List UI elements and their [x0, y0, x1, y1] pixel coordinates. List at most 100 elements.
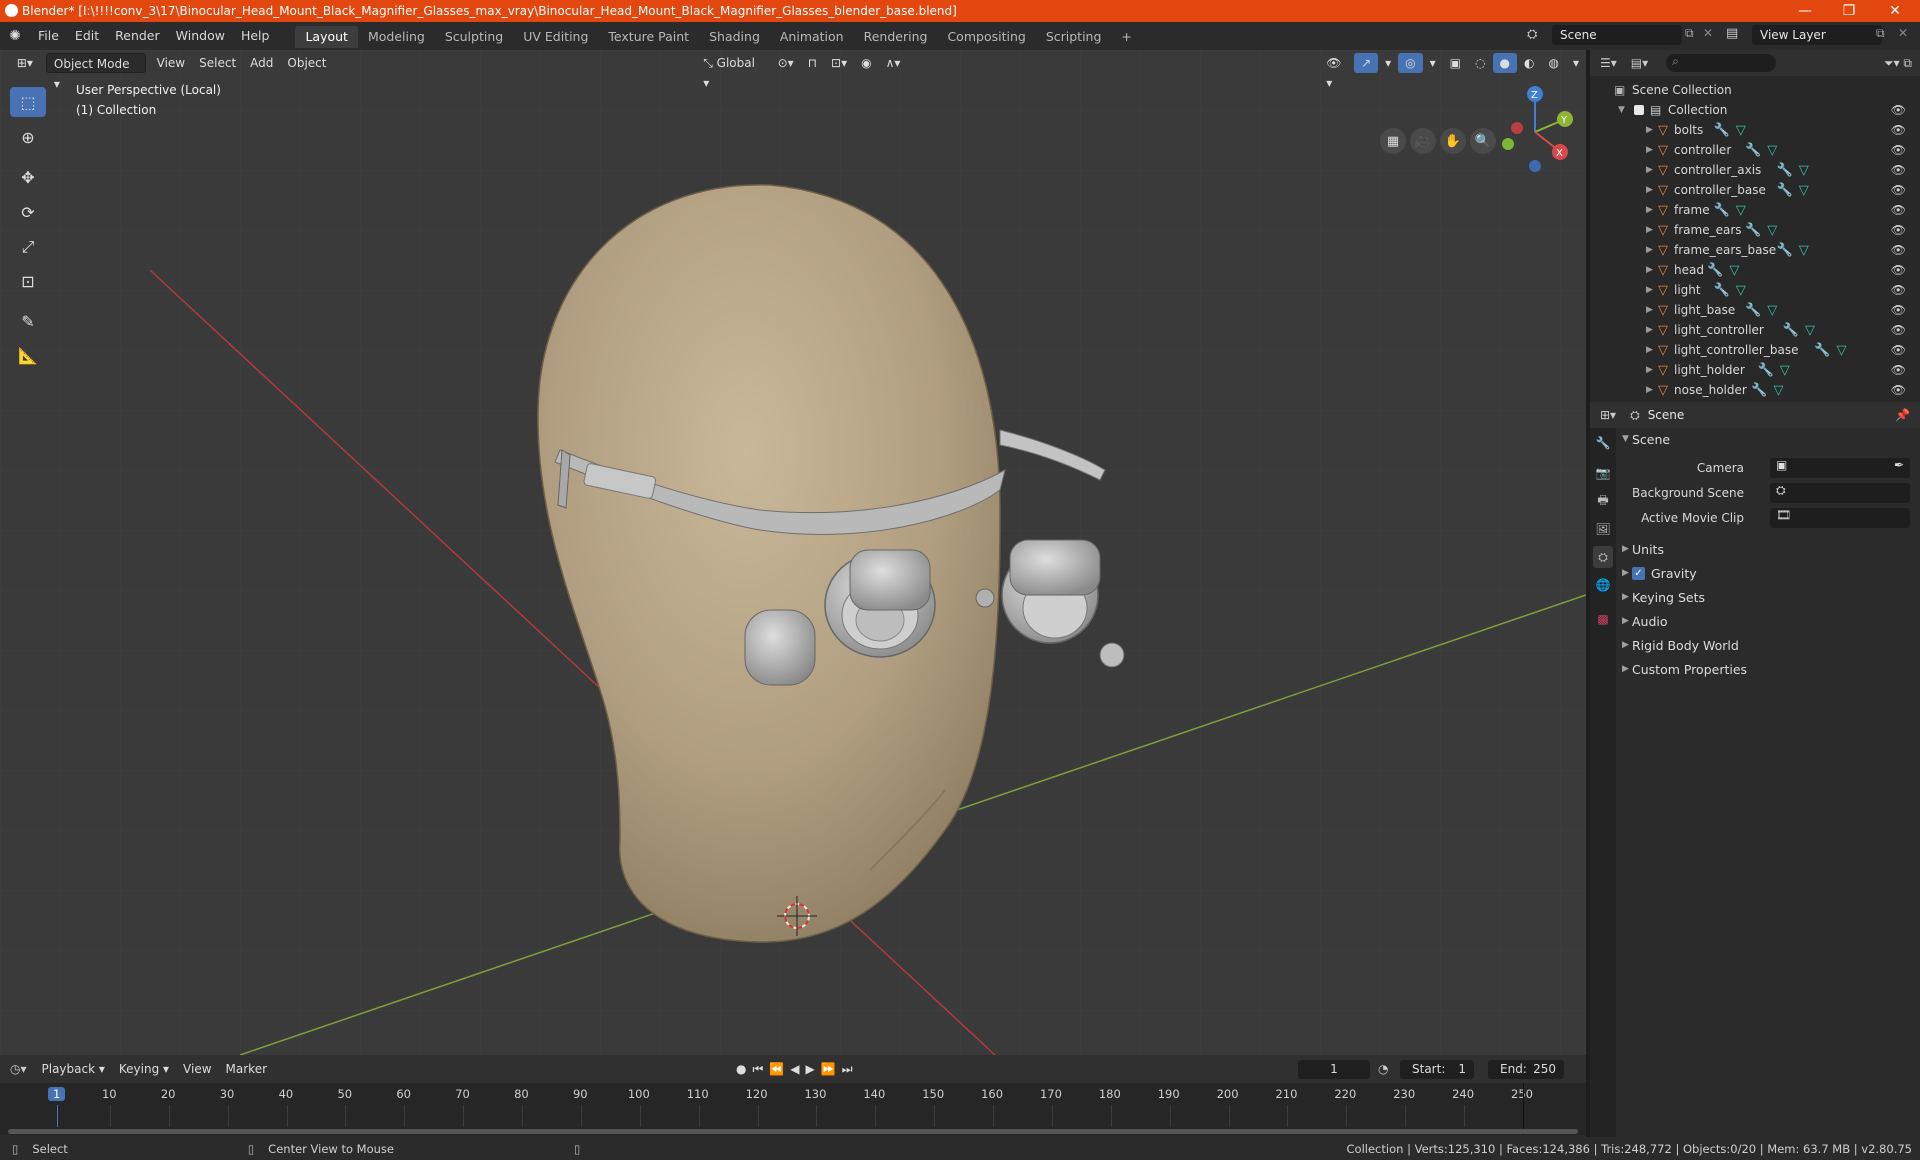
visibility-eye-icon[interactable]: 👁 — [1891, 123, 1906, 137]
tab-scripting[interactable]: Scripting — [1036, 26, 1112, 48]
tab-layout[interactable]: Layout — [295, 25, 358, 48]
outliner-item-head[interactable]: ▶ ▽ head 🔧 ▽ 👁 — [1590, 260, 1920, 280]
timeline-scrollbar[interactable] — [8, 1129, 1578, 1134]
prev-keyframe-icon[interactable]: ⏪ — [769, 1062, 790, 1076]
expand-icon[interactable]: ▶ — [1646, 125, 1653, 135]
outliner-item-frame-ears[interactable]: ▶ ▽ frame_ears 🔧 ▽ 👁 — [1590, 220, 1920, 240]
expand-icon[interactable]: ▶ — [1646, 225, 1653, 235]
close-button[interactable]: ✕ — [1872, 0, 1918, 22]
modifier-wrench-icon[interactable]: 🔧 — [1707, 263, 1723, 278]
tab-texture-paint[interactable]: Texture Paint — [598, 26, 699, 48]
menu-file[interactable]: File — [30, 22, 67, 50]
scene-tab-icon[interactable]: ⛭ — [1593, 546, 1613, 568]
outliner-item-bolts[interactable]: ▶ ▽ bolts 🔧 ▽ 👁 — [1590, 120, 1920, 140]
outliner-item-nose-holder[interactable]: ▶ ▽ nose_holder 🔧 ▽ 👁 — [1590, 380, 1920, 400]
modifier-wrench-icon[interactable]: 🔧 — [1745, 223, 1761, 238]
pan-view-icon[interactable]: ✋ — [1440, 128, 1466, 154]
jump-start-icon[interactable]: ⏮ — [753, 1062, 770, 1076]
visibility-eye-icon[interactable]: 👁 — [1891, 243, 1906, 257]
mesh-data-icon[interactable]: ▽ — [1729, 263, 1739, 278]
material-shading-icon[interactable]: ◐ — [1517, 53, 1541, 73]
end-frame-field[interactable]: End: 250 — [1488, 1060, 1564, 1079]
visibility-eye-icon[interactable]: 👁 — [1891, 223, 1906, 237]
shading-dropdown-icon[interactable]: ▾ — [1566, 53, 1586, 73]
outliner-item-controller-axis[interactable]: ▶ ▽ controller_axis 🔧 ▽ 👁 — [1590, 160, 1920, 180]
expand-icon[interactable]: ▶ — [1646, 385, 1653, 395]
visibility-eye-icon[interactable]: 👁 — [1891, 203, 1906, 217]
gravity-checkbox[interactable]: ✓ — [1632, 566, 1645, 580]
tab-rendering[interactable]: Rendering — [854, 26, 938, 48]
modifier-wrench-icon[interactable]: 🔧 — [1745, 143, 1761, 158]
transform-orientation-dropdown[interactable]: ⤡ Global ▾ — [696, 53, 770, 90]
expand-icon[interactable]: ▶ — [1646, 165, 1653, 175]
clock-icon[interactable]: ◔ — [1378, 1062, 1388, 1076]
modifier-wrench-icon[interactable]: 🔧 — [1714, 203, 1730, 218]
scene-collection-row[interactable]: ▣ Scene Collection — [1590, 80, 1920, 100]
current-frame-field[interactable]: 1 — [1298, 1060, 1370, 1079]
modifier-wrench-icon[interactable]: 🔧 — [1783, 323, 1799, 338]
pivot-point-icon[interactable]: ⊙▾ — [771, 53, 801, 73]
menu-object[interactable]: Object — [280, 53, 333, 73]
collection-visibility-icon[interactable]: 👁 — [1891, 103, 1906, 117]
3d-viewport[interactable]: ⊞▾ Object Mode ▾ View Select Add Object … — [0, 50, 1586, 1055]
menu-add[interactable]: Add — [243, 53, 280, 73]
xray-icon[interactable]: ▣ — [1443, 53, 1468, 73]
visibility-eye-icon[interactable]: 👁 — [1891, 143, 1906, 157]
tab-shading[interactable]: Shading — [699, 26, 770, 48]
modifier-wrench-icon[interactable]: 🔧 — [1814, 343, 1830, 358]
mesh-data-icon[interactable]: ▽ — [1736, 203, 1746, 218]
expand-icon[interactable]: ▶ — [1646, 285, 1653, 295]
mesh-data-icon[interactable]: ▽ — [1799, 163, 1809, 178]
menu-view[interactable]: View — [150, 53, 192, 73]
timeline-ruler[interactable]: 1 10 20 30 40 50 60 70 80 90 100 110 120 130 140 150 160… — [0, 1083, 1586, 1135]
scene-panel-header[interactable]: ▼ Scene — [1616, 428, 1916, 450]
modifier-wrench-icon[interactable]: 🔧 — [1714, 283, 1730, 298]
measure-tool-icon[interactable]: 📐 — [10, 340, 46, 370]
add-workspace-button[interactable]: + — [1111, 26, 1141, 48]
menu-select[interactable]: Select — [192, 53, 243, 73]
remove-scene-icon[interactable]: ✕ — [1703, 26, 1713, 40]
mode-dropdown[interactable]: Object Mode ▾ — [45, 53, 146, 91]
modifier-wrench-icon[interactable]: 🔧 — [1751, 383, 1767, 398]
expand-icon[interactable]: ▶ — [1646, 205, 1653, 215]
properties-editor-type-icon[interactable]: ⊞▾ — [1590, 408, 1616, 422]
modifier-wrench-icon[interactable]: 🔧 — [1777, 183, 1793, 198]
mesh-data-icon[interactable]: ▽ — [1799, 183, 1809, 198]
solid-shading-icon[interactable]: ● — [1492, 53, 1517, 73]
expand-icon[interactable]: ▶ — [1646, 365, 1653, 375]
tab-modeling[interactable]: Modeling — [358, 26, 435, 48]
menu-help[interactable]: Help — [233, 22, 278, 50]
visibility-eye-icon[interactable]: 👁 — [1891, 163, 1906, 177]
tab-uv-editing[interactable]: UV Editing — [513, 26, 598, 48]
outliner-item-light-base[interactable]: ▶ ▽ light_base 🔧 ▽ 👁 — [1590, 300, 1920, 320]
filter-icon[interactable]: ⏷▾ ⧉ — [1884, 56, 1920, 71]
start-frame-field[interactable]: Start: 1 — [1400, 1060, 1474, 1079]
overlays-dropdown-icon[interactable]: ▾ — [1423, 53, 1443, 73]
snap-icon[interactable]: ⊓ — [801, 53, 824, 73]
jump-end-icon[interactable]: ⏭ — [842, 1062, 859, 1076]
mesh-data-icon[interactable]: ▽ — [1836, 343, 1846, 358]
mesh-data-icon[interactable]: ▽ — [1736, 283, 1746, 298]
active-movie-clip-field[interactable]: 🎞 — [1770, 508, 1910, 528]
keying-menu[interactable]: Keying ▾ — [112, 1059, 176, 1079]
outliner-editor-type-icon[interactable]: ☰▾ — [1590, 56, 1617, 70]
gravity-panel[interactable]: ▶ ✓ Gravity — [1616, 562, 1916, 584]
view-layer-selector[interactable]: View Layer — [1752, 25, 1882, 45]
keying-sets-panel[interactable]: ▶ Keying Sets — [1616, 586, 1916, 608]
visibility-icon[interactable]: 👁▾ — [1319, 53, 1354, 90]
collection-checkbox[interactable] — [1634, 105, 1644, 115]
outliner-item-controller-base[interactable]: ▶ ▽ controller_base 🔧 ▽ 👁 — [1590, 180, 1920, 200]
mesh-data-icon[interactable]: ▽ — [1805, 323, 1815, 338]
outliner-search-input[interactable]: ⌕ — [1666, 54, 1777, 72]
camera-field[interactable]: ▣ ✒ — [1770, 458, 1910, 478]
audio-panel[interactable]: ▶ Audio — [1616, 610, 1916, 632]
gizmo-toggle-icon[interactable]: ↗ — [1354, 53, 1379, 73]
collection-expand-icon[interactable]: ▼ — [1618, 105, 1625, 115]
outliner-item-frame-ears-base[interactable]: ▶ ▽ frame_ears_base 🔧 ▽ 👁 — [1590, 240, 1920, 260]
custom-properties-panel[interactable]: ▶ Custom Properties — [1616, 658, 1916, 680]
view-layer-tab-icon[interactable]: 🖼 — [1593, 518, 1613, 540]
modifier-wrench-icon[interactable]: 🔧 — [1777, 243, 1793, 258]
collection-row[interactable]: ▼ ▤ Collection 👁 — [1590, 100, 1920, 120]
visibility-eye-icon[interactable]: 👁 — [1891, 343, 1906, 357]
scale-tool-icon[interactable]: ⤢ — [10, 232, 46, 262]
